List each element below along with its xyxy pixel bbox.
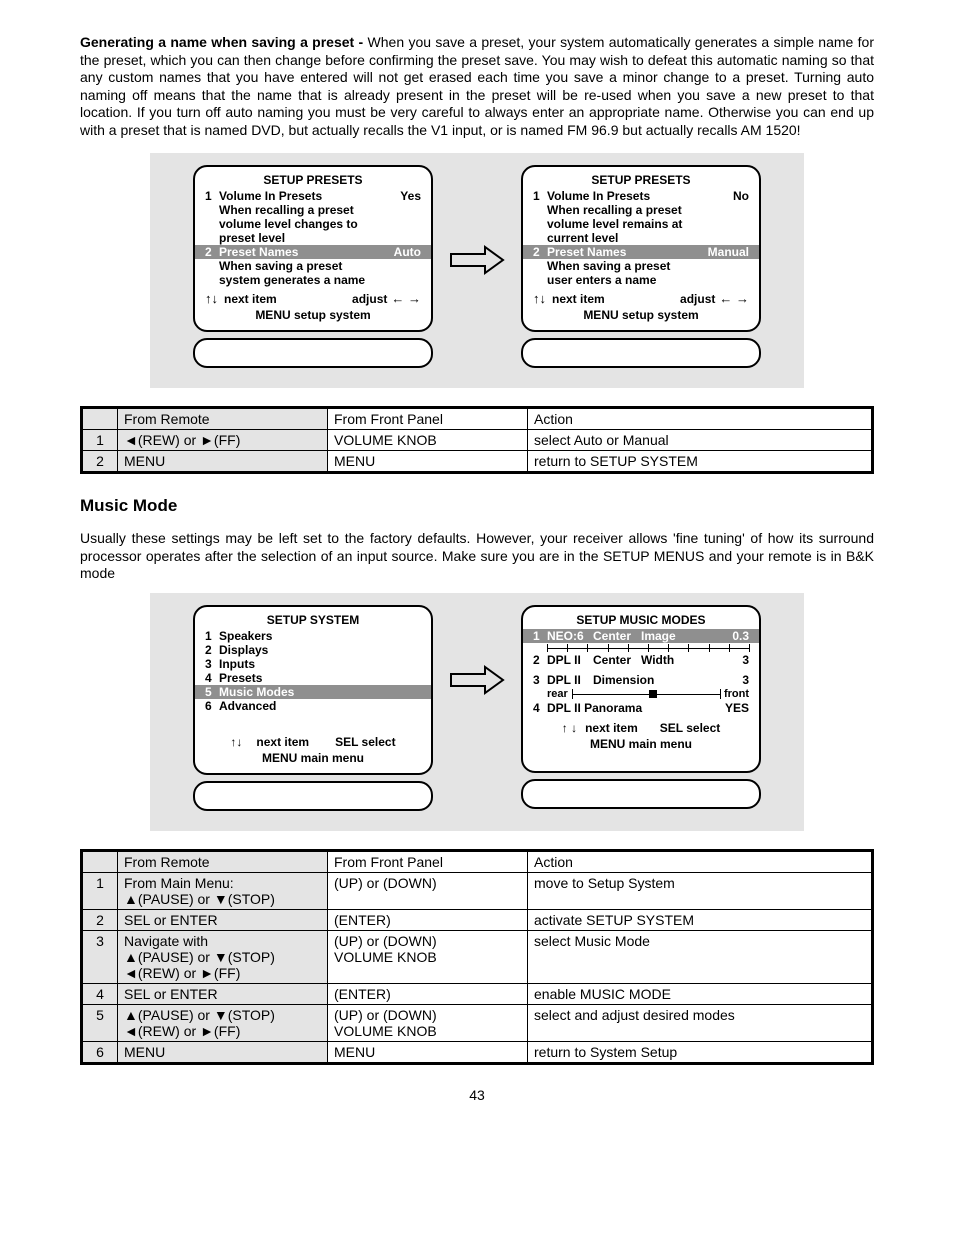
table-row: 2SEL or ENTER(ENTER)activate SETUP SYSTE… <box>82 909 873 930</box>
preset-steps-table: From Remote From Front Panel Action 1 ◄(… <box>80 406 874 474</box>
up-down-icon: ↑↓ <box>230 735 242 749</box>
table-row: 5▲(PAUSE) or ▼(STOP) ◄(REW) or ►(FF)(UP)… <box>82 1004 873 1041</box>
highlighted-row: 1NEO:6CenterImage0.3 <box>523 629 759 643</box>
table-row: 6MENUMENUreturn to System Setup <box>82 1041 873 1063</box>
dimension-slider: rear front <box>533 687 749 701</box>
up-down-icon: ↑↓ <box>205 291 218 306</box>
table-header-row: From Remote From Front Panel Action <box>82 850 873 872</box>
preset-panel-right: SETUP PRESETS 1Volume In PresetsNo When … <box>521 165 761 332</box>
preset-panel-left: SETUP PRESETS 1Volume In PresetsYes When… <box>193 165 433 332</box>
table-row: 4SEL or ENTER(ENTER)enable MUSIC MODE <box>82 983 873 1004</box>
blank-panel <box>193 338 433 368</box>
page-number: 43 <box>80 1087 874 1103</box>
music-illustration: SETUP SYSTEM 1Speakers 2Displays 3Inputs… <box>150 593 804 831</box>
table-header-row: From Remote From Front Panel Action <box>82 408 873 430</box>
highlighted-row: 2Preset NamesAuto <box>195 245 431 259</box>
preset-panel-stack-left: SETUP PRESETS 1Volume In PresetsYes When… <box>193 165 433 368</box>
setup-system-panel: SETUP SYSTEM 1Speakers 2Displays 3Inputs… <box>193 605 433 775</box>
table-row: 1From Main Menu: ▲(PAUSE) or ▼(STOP)(UP)… <box>82 872 873 909</box>
system-panel-stack: SETUP SYSTEM 1Speakers 2Displays 3Inputs… <box>193 605 433 811</box>
panel-title: SETUP PRESETS <box>205 173 421 187</box>
music-mode-body: Usually these settings may be left set t… <box>80 530 874 583</box>
intro-paragraph: Generating a name when saving a preset -… <box>80 34 874 139</box>
table-row: 3Navigate with ▲(PAUSE) or ▼(STOP) ◄(REW… <box>82 930 873 983</box>
music-mode-heading: Music Mode <box>80 496 874 516</box>
highlighted-row: 5Music Modes <box>195 685 431 699</box>
up-down-icon: ↑↓ <box>533 291 546 306</box>
table-row: 1 ◄(REW) or ►(FF) VOLUME KNOB select Aut… <box>82 430 873 451</box>
blank-panel <box>193 781 433 811</box>
blank-panel <box>521 338 761 368</box>
up-down-icon: ↑ ↓ <box>562 721 577 735</box>
intro-heading: Generating a name when saving a preset - <box>80 34 368 50</box>
setup-music-panel: SETUP MUSIC MODES 1NEO:6CenterImage0.3 2… <box>521 605 761 773</box>
music-panel-stack: SETUP MUSIC MODES 1NEO:6CenterImage0.3 2… <box>521 605 761 809</box>
presets-illustration: SETUP PRESETS 1Volume In PresetsYes When… <box>150 153 804 388</box>
left-right-icon: ← → <box>391 291 421 306</box>
blank-panel <box>521 779 761 809</box>
arrow-right-icon <box>447 605 507 695</box>
music-steps-table: From Remote From Front Panel Action 1Fro… <box>80 849 874 1065</box>
preset-panel-stack-right: SETUP PRESETS 1Volume In PresetsNo When … <box>521 165 761 368</box>
left-right-icon: ← → <box>719 291 749 306</box>
table-row: 2 MENU MENU return to SETUP SYSTEM <box>82 451 873 473</box>
arrow-right-icon <box>447 165 507 275</box>
